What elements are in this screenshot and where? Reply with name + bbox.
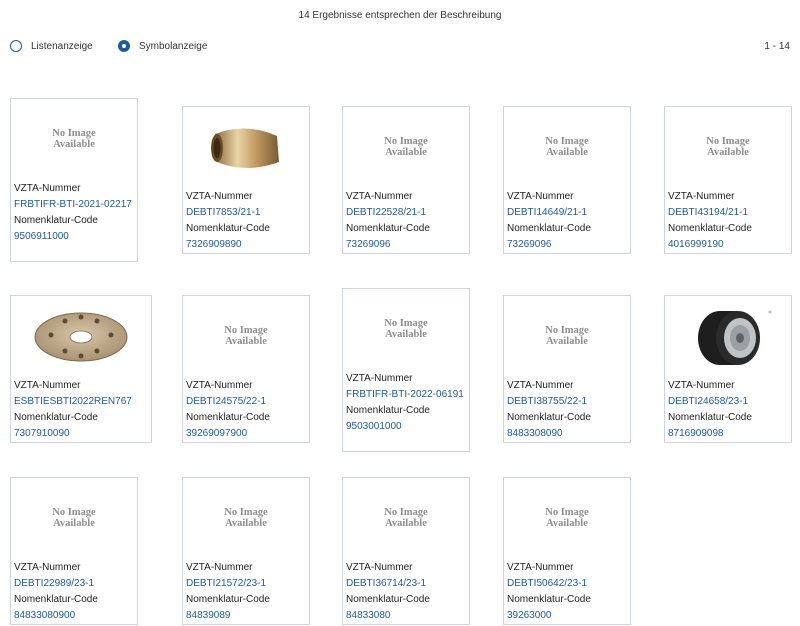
result-card[interactable]: No Image Available VZTA-Nummer DEBTI24575… <box>182 295 310 443</box>
nomenklatur-label: Nomenklatur-Code <box>346 223 430 234</box>
nomenklatur-code-link[interactable]: 8483308090 <box>507 426 627 442</box>
symbol-view-option[interactable]: Symbolanzeige <box>118 40 207 52</box>
symbol-view-radio[interactable] <box>118 40 130 52</box>
vzta-label: VZTA-Nummer <box>668 380 735 391</box>
symbol-view-label: Symbolanzeige <box>139 40 208 52</box>
vzta-number-link[interactable]: DEBTI7853/21-1 <box>186 205 306 221</box>
bushing-image <box>186 111 306 183</box>
flange-image <box>14 300 148 372</box>
nomenklatur-code-link[interactable]: 7307910090 <box>14 426 148 442</box>
nomenklatur-label: Nomenklatur-Code <box>186 412 270 423</box>
vzta-label: VZTA-Nummer <box>507 191 574 202</box>
result-card[interactable]: No Image Available VZTA-Nummer DEBTI22528… <box>342 106 470 254</box>
no-image-placeholder: No Image Available <box>545 325 589 347</box>
wheel-icon <box>698 310 772 365</box>
vzta-label: VZTA-Nummer <box>14 183 81 194</box>
vzta-label: VZTA-Nummer <box>507 380 574 391</box>
nomenklatur-label: Nomenklatur-Code <box>14 594 98 605</box>
view-toggle-bar: Listenanzeige Symbolanzeige 1 - 14 <box>10 40 790 56</box>
no-image-placeholder: No Image Available <box>384 136 428 158</box>
nomenklatur-label: Nomenklatur-Code <box>14 412 98 423</box>
nomenklatur-label: Nomenklatur-Code <box>346 594 430 605</box>
vzta-number-link[interactable]: DEBTI22528/21-1 <box>346 205 466 221</box>
results-count-text: 14 Ergebnisse entsprechen der Beschreibu… <box>298 10 502 21</box>
vzta-label: VZTA-Nummer <box>346 373 413 384</box>
nomenklatur-label: Nomenklatur-Code <box>507 223 591 234</box>
result-card[interactable]: VZTA-Nummer DEBTI7853/21-1 Nomenklatur-C… <box>182 106 310 254</box>
nomenklatur-code-link[interactable]: 9503001000 <box>346 419 466 435</box>
wheel-image <box>668 300 788 372</box>
nomenklatur-label: Nomenklatur-Code <box>186 594 270 605</box>
nomenklatur-code-link[interactable]: 39263000 <box>507 608 627 624</box>
vzta-number-link[interactable]: DEBTI22989/23-1 <box>14 576 134 592</box>
vzta-label: VZTA-Nummer <box>186 562 253 573</box>
nomenklatur-label: Nomenklatur-Code <box>507 412 591 423</box>
nomenklatur-code-link[interactable]: 9506911000 <box>14 229 134 245</box>
vzta-label: VZTA-Nummer <box>186 380 253 391</box>
nomenklatur-code-link[interactable]: 84833080 <box>346 608 466 624</box>
vzta-number-link[interactable]: DEBTI24575/22-1 <box>186 394 306 410</box>
vzta-number-link[interactable]: DEBTI38755/22-1 <box>507 394 627 410</box>
bushing-icon <box>211 128 279 168</box>
no-image-placeholder: No Image Available <box>545 136 589 158</box>
result-card[interactable]: VZTA-Nummer ESBTIESBTI2022REN767 Nomenkl… <box>10 295 152 443</box>
no-image-placeholder: No Image Available <box>224 507 268 529</box>
list-view-label: Listenanzeige <box>31 40 93 52</box>
vzta-label: VZTA-Nummer <box>346 562 413 573</box>
nomenklatur-code-link[interactable]: 73269096 <box>507 237 627 253</box>
nomenklatur-label: Nomenklatur-Code <box>668 412 752 423</box>
result-card[interactable]: No Image Available VZTA-Nummer DEBTI36714… <box>342 477 470 625</box>
result-card[interactable]: No Image Available VZTA-Nummer DEBTI21572… <box>182 477 310 625</box>
vzta-number-link[interactable]: DEBTI21572/23-1 <box>186 576 306 592</box>
vzta-number-link[interactable]: DEBTI50642/23-1 <box>507 576 627 592</box>
nomenklatur-label: Nomenklatur-Code <box>346 405 430 416</box>
no-image-placeholder: No Image Available <box>545 507 589 529</box>
vzta-number-link[interactable]: FRBTIFR-BTI-2022-06191 <box>346 387 466 403</box>
no-image-placeholder: No Image Available <box>224 325 268 347</box>
vzta-label: VZTA-Nummer <box>668 191 735 202</box>
vzta-label: VZTA-Nummer <box>346 191 413 202</box>
vzta-number-link[interactable]: DEBTI24658/23-1 <box>668 394 788 410</box>
no-image-placeholder: No Image Available <box>706 136 750 158</box>
result-range: 1 - 14 <box>764 41 790 52</box>
result-card[interactable]: No Image Available VZTA-Nummer FRBTIFR-BT… <box>10 98 138 262</box>
vzta-label: VZTA-Nummer <box>507 562 574 573</box>
vzta-label: VZTA-Nummer <box>14 380 81 391</box>
vzta-label: VZTA-Nummer <box>14 562 81 573</box>
result-card[interactable]: No Image Available VZTA-Nummer DEBTI50642… <box>503 477 631 625</box>
vzta-number-link[interactable]: FRBTIFR-BTI-2021-02217 <box>14 197 134 213</box>
nomenklatur-label: Nomenklatur-Code <box>14 215 98 226</box>
list-view-radio[interactable] <box>10 40 22 52</box>
vzta-number-link[interactable]: DEBTI43194/21-1 <box>668 205 788 221</box>
result-card[interactable]: No Image Available VZTA-Nummer DEBTI38755… <box>503 295 631 443</box>
no-image-placeholder: No Image Available <box>384 507 428 529</box>
nomenklatur-code-link[interactable]: 4016999190 <box>668 237 788 253</box>
nomenklatur-label: Nomenklatur-Code <box>186 223 270 234</box>
nomenklatur-code-link[interactable]: 84833080900 <box>14 608 134 624</box>
vzta-number-link[interactable]: DEBTI36714/23-1 <box>346 576 466 592</box>
result-card[interactable]: No Image Available VZTA-Nummer DEBTI22989… <box>10 477 138 625</box>
vzta-number-link[interactable]: DEBTI14649/21-1 <box>507 205 627 221</box>
vzta-label: VZTA-Nummer <box>186 191 253 202</box>
vzta-number-link[interactable]: ESBTIESBTI2022REN767 <box>14 394 148 410</box>
result-card[interactable]: No Image Available VZTA-Nummer DEBTI14649… <box>503 106 631 254</box>
result-card[interactable]: No Image Available VZTA-Nummer DEBTI43194… <box>664 106 792 254</box>
no-image-placeholder: No Image Available <box>52 128 96 150</box>
nomenklatur-label: Nomenklatur-Code <box>668 223 752 234</box>
no-image-placeholder: No Image Available <box>52 507 96 529</box>
nomenklatur-label: Nomenklatur-Code <box>507 594 591 605</box>
nomenklatur-code-link[interactable]: 7326909890 <box>186 237 306 253</box>
nomenklatur-code-link[interactable]: 39269097900 <box>186 426 306 442</box>
flange-icon <box>34 312 128 362</box>
result-card[interactable]: No Image Available VZTA-Nummer FRBTIFR-BT… <box>342 288 470 452</box>
nomenklatur-code-link[interactable]: 8716909098 <box>668 426 788 442</box>
no-image-placeholder: No Image Available <box>384 318 428 340</box>
nomenklatur-code-link[interactable]: 84839089 <box>186 608 306 624</box>
nomenklatur-code-link[interactable]: 73269096 <box>346 237 466 253</box>
list-view-option[interactable]: Listenanzeige <box>10 40 93 52</box>
result-card[interactable]: VZTA-Nummer DEBTI24658/23-1 Nomenklatur-… <box>664 295 792 443</box>
